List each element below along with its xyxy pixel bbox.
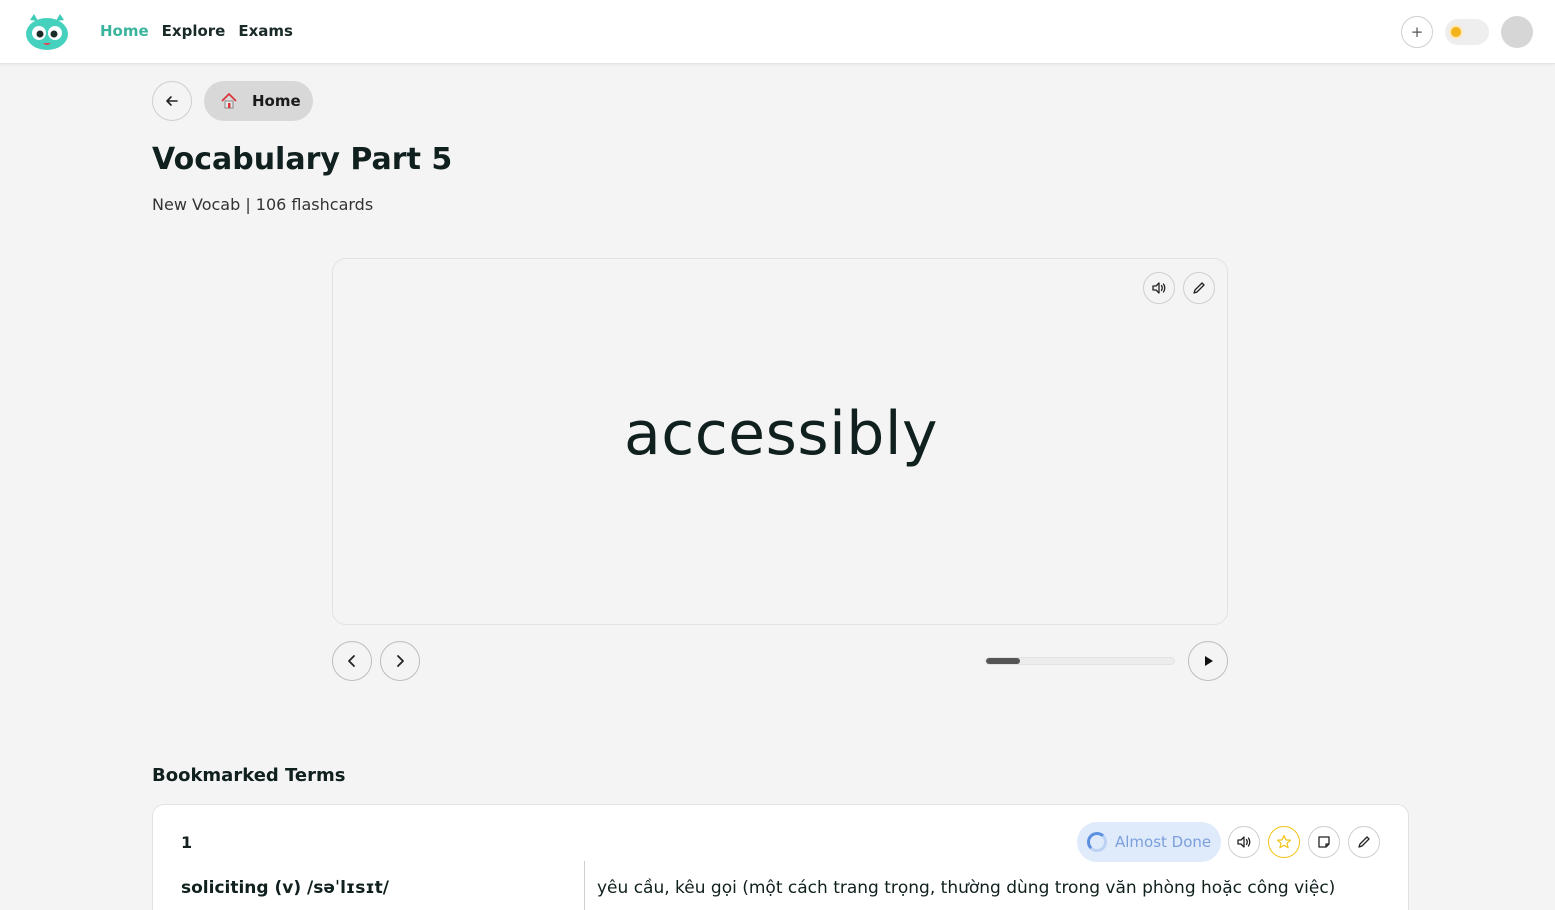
pencil-icon bbox=[1193, 282, 1205, 294]
house-icon bbox=[221, 93, 237, 109]
status-label: Almost Done bbox=[1115, 833, 1212, 851]
sticky-note-icon bbox=[1318, 836, 1330, 848]
flashcard[interactable]: accessibly bbox=[332, 258, 1228, 625]
term-divider bbox=[584, 861, 585, 910]
progress-ring-icon bbox=[1087, 832, 1107, 852]
nav-home[interactable]: Home bbox=[100, 22, 149, 40]
deck-subtitle: New Vocab | 106 flashcards bbox=[152, 195, 374, 214]
top-navbar: Home Explore Exams + bbox=[0, 0, 1555, 64]
back-button[interactable] bbox=[152, 81, 192, 121]
arrow-left-icon bbox=[166, 96, 178, 106]
card-speaker-button[interactable] bbox=[1143, 272, 1175, 304]
breadcrumb-home[interactable]: Home bbox=[204, 81, 313, 121]
next-card-button[interactable] bbox=[380, 641, 420, 681]
card-edit-button[interactable] bbox=[1183, 272, 1215, 304]
autoplay-button[interactable] bbox=[1188, 641, 1228, 681]
nav-explore[interactable]: Explore bbox=[162, 22, 226, 40]
page-title: Vocabulary Part 5 bbox=[152, 142, 453, 177]
chevron-right-icon bbox=[397, 655, 404, 667]
star-icon bbox=[1276, 834, 1292, 849]
pencil-icon bbox=[1358, 836, 1370, 848]
term-word: soliciting (v) /səˈlɪsɪt/ bbox=[181, 878, 389, 898]
progress-fill bbox=[986, 658, 1020, 664]
bookmarked-section-title: Bookmarked Terms bbox=[152, 765, 346, 786]
status-badge[interactable]: Almost Done bbox=[1077, 822, 1221, 862]
term-speaker-button[interactable] bbox=[1228, 826, 1260, 858]
speaker-icon bbox=[1237, 836, 1251, 848]
term-note-button[interactable] bbox=[1308, 826, 1340, 858]
flashcard-word: accessibly bbox=[623, 399, 939, 469]
app-logo-icon[interactable] bbox=[24, 12, 70, 52]
chevron-left-icon bbox=[348, 655, 355, 667]
term-number: 1 bbox=[181, 833, 193, 852]
prev-card-button[interactable] bbox=[332, 641, 372, 681]
breadcrumb-home-label: Home bbox=[252, 92, 301, 110]
term-edit-button[interactable] bbox=[1348, 826, 1380, 858]
theme-toggle[interactable] bbox=[1445, 19, 1489, 45]
user-avatar[interactable] bbox=[1501, 16, 1533, 48]
term-star-button[interactable] bbox=[1268, 826, 1300, 858]
term-card: 1 Almost Done soliciting (v) /səˈlɪsɪt/ … bbox=[152, 804, 1409, 910]
speaker-icon bbox=[1152, 282, 1166, 294]
sun-icon bbox=[1451, 27, 1461, 37]
term-definition: yêu cầu, kêu gọi (một cách trang trọng, … bbox=[597, 878, 1336, 898]
card-progress-bar bbox=[985, 657, 1175, 665]
plus-icon: + bbox=[1410, 23, 1424, 41]
main-nav: Home Explore Exams bbox=[100, 22, 293, 40]
nav-exams[interactable]: Exams bbox=[238, 22, 293, 40]
play-icon bbox=[1205, 656, 1213, 666]
create-button[interactable]: + bbox=[1401, 16, 1433, 48]
